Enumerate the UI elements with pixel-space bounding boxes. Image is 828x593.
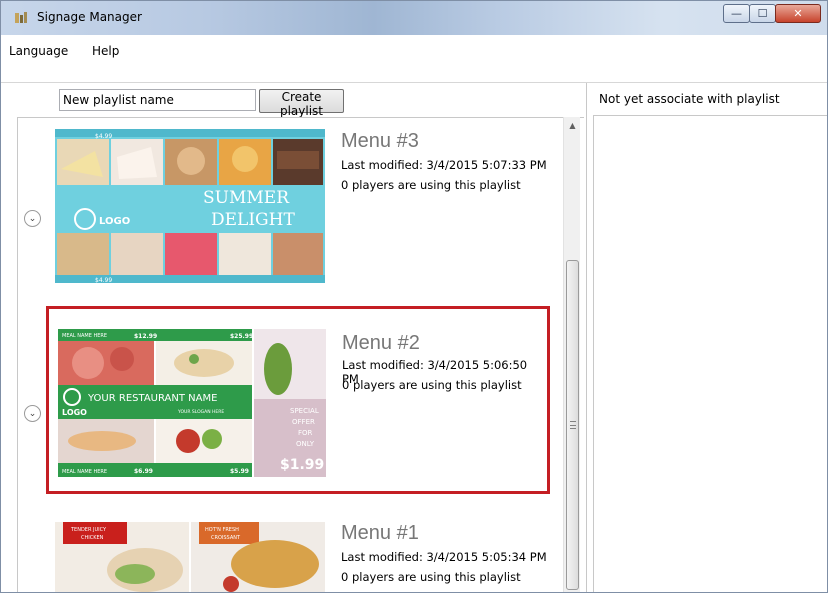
svg-text:$6.99: $6.99 [134,468,153,475]
playlist-item[interactable]: TENDER JUICY CHICKEN HOT'N FRESH CROISSA… [18,516,563,592]
svg-text:$12.99: $12.99 [134,333,157,340]
menu-bar: Language Help [1,35,827,83]
title-bar[interactable]: Signage Manager — ☐ ✕ [1,1,827,35]
playlist-title: Menu #1 [341,522,419,544]
svg-text:LOGO: LOGO [99,216,130,227]
svg-text:$4.99: $4.99 [95,277,112,283]
svg-text:ONLY: ONLY [296,440,315,448]
unassociated-header: Not yet associate with playlist [599,92,780,106]
svg-text:CROISSANT: CROISSANT [211,535,241,541]
scroll-thumb[interactable] [566,260,579,590]
svg-text:CHICKEN: CHICKEN [81,535,104,541]
unassociated-list[interactable] [593,115,827,592]
svg-text:YOUR RESTAURANT NAME: YOUR RESTAURANT NAME [87,393,217,404]
playlist-modified: Last modified: 3/4/2015 5:05:34 PM [341,550,547,564]
menu-language[interactable]: Language [9,44,68,58]
svg-text:HOT'N FRESH: HOT'N FRESH [205,527,239,533]
window-title: Signage Manager [37,10,142,24]
expand-chevron-icon[interactable]: ⌄ [24,210,41,227]
expand-chevron-icon[interactable]: ⌄ [24,405,41,422]
svg-text:SUMMER: SUMMER [203,188,290,208]
minimize-button[interactable]: — [723,4,750,23]
svg-text:$5.99: $5.99 [230,468,249,475]
svg-text:TENDER JUICY: TENDER JUICY [70,527,107,533]
playlist-item-selected[interactable]: MEAL NAME HERE $12.99 $25.99 YOUR RESTAU… [46,306,550,494]
playlist-scrollbar[interactable]: ▲ [563,117,581,592]
playlist-list: ⌄ SUMMER DELIGHT LOGO $4.99 $4.99 Menu #… [17,117,584,592]
create-playlist-button[interactable]: Create playlist [259,89,344,118]
close-button[interactable]: ✕ [775,4,821,23]
playlist-thumbnail: TENDER JUICY CHICKEN HOT'N FRESH CROISSA… [55,522,325,592]
svg-text:LOGO: LOGO [62,408,87,417]
signage-manager-window: Signage Manager — ☐ ✕ Language Help Crea… [0,0,828,593]
playlist-usage: 0 players are using this playlist [341,178,521,192]
playlist-thumbnail: SUMMER DELIGHT LOGO $4.99 $4.99 [55,129,325,283]
svg-text:$25.99: $25.99 [230,333,253,340]
playlist-title: Menu #3 [341,130,419,152]
svg-text:YOUR SLOGAN HERE: YOUR SLOGAN HERE [177,409,224,415]
playlist-title: Menu #2 [342,332,420,354]
svg-text:$1.99: $1.99 [280,457,324,473]
svg-text:SPECIAL: SPECIAL [290,407,319,415]
svg-text:$4.99: $4.99 [95,133,112,140]
svg-text:MEAL NAME HERE: MEAL NAME HERE [62,469,107,475]
playlist-thumbnail: MEAL NAME HERE $12.99 $25.99 YOUR RESTAU… [58,329,326,477]
svg-text:MEAL NAME HERE: MEAL NAME HERE [62,333,107,339]
playlist-modified: Last modified: 3/4/2015 5:07:33 PM [341,158,547,172]
svg-text:OFFER: OFFER [292,418,315,426]
maximize-button[interactable]: ☐ [749,4,776,23]
playlist-name-input[interactable] [59,89,256,111]
svg-text:FOR: FOR [298,429,313,437]
grip-icon [570,421,576,429]
svg-text:DELIGHT: DELIGHT [211,210,295,230]
panel-splitter[interactable] [586,83,587,592]
scroll-up-arrow-icon[interactable]: ▲ [564,117,581,134]
playlist-usage: 0 players are using this playlist [342,378,522,392]
playlist-toolbar: Create playlist [1,83,586,118]
playlist-usage: 0 players are using this playlist [341,570,521,584]
app-icon [15,12,27,23]
playlist-item[interactable]: ⌄ SUMMER DELIGHT LOGO $4.99 $4.99 Menu #… [18,118,563,303]
left-margin [1,83,17,592]
menu-help[interactable]: Help [92,44,119,58]
